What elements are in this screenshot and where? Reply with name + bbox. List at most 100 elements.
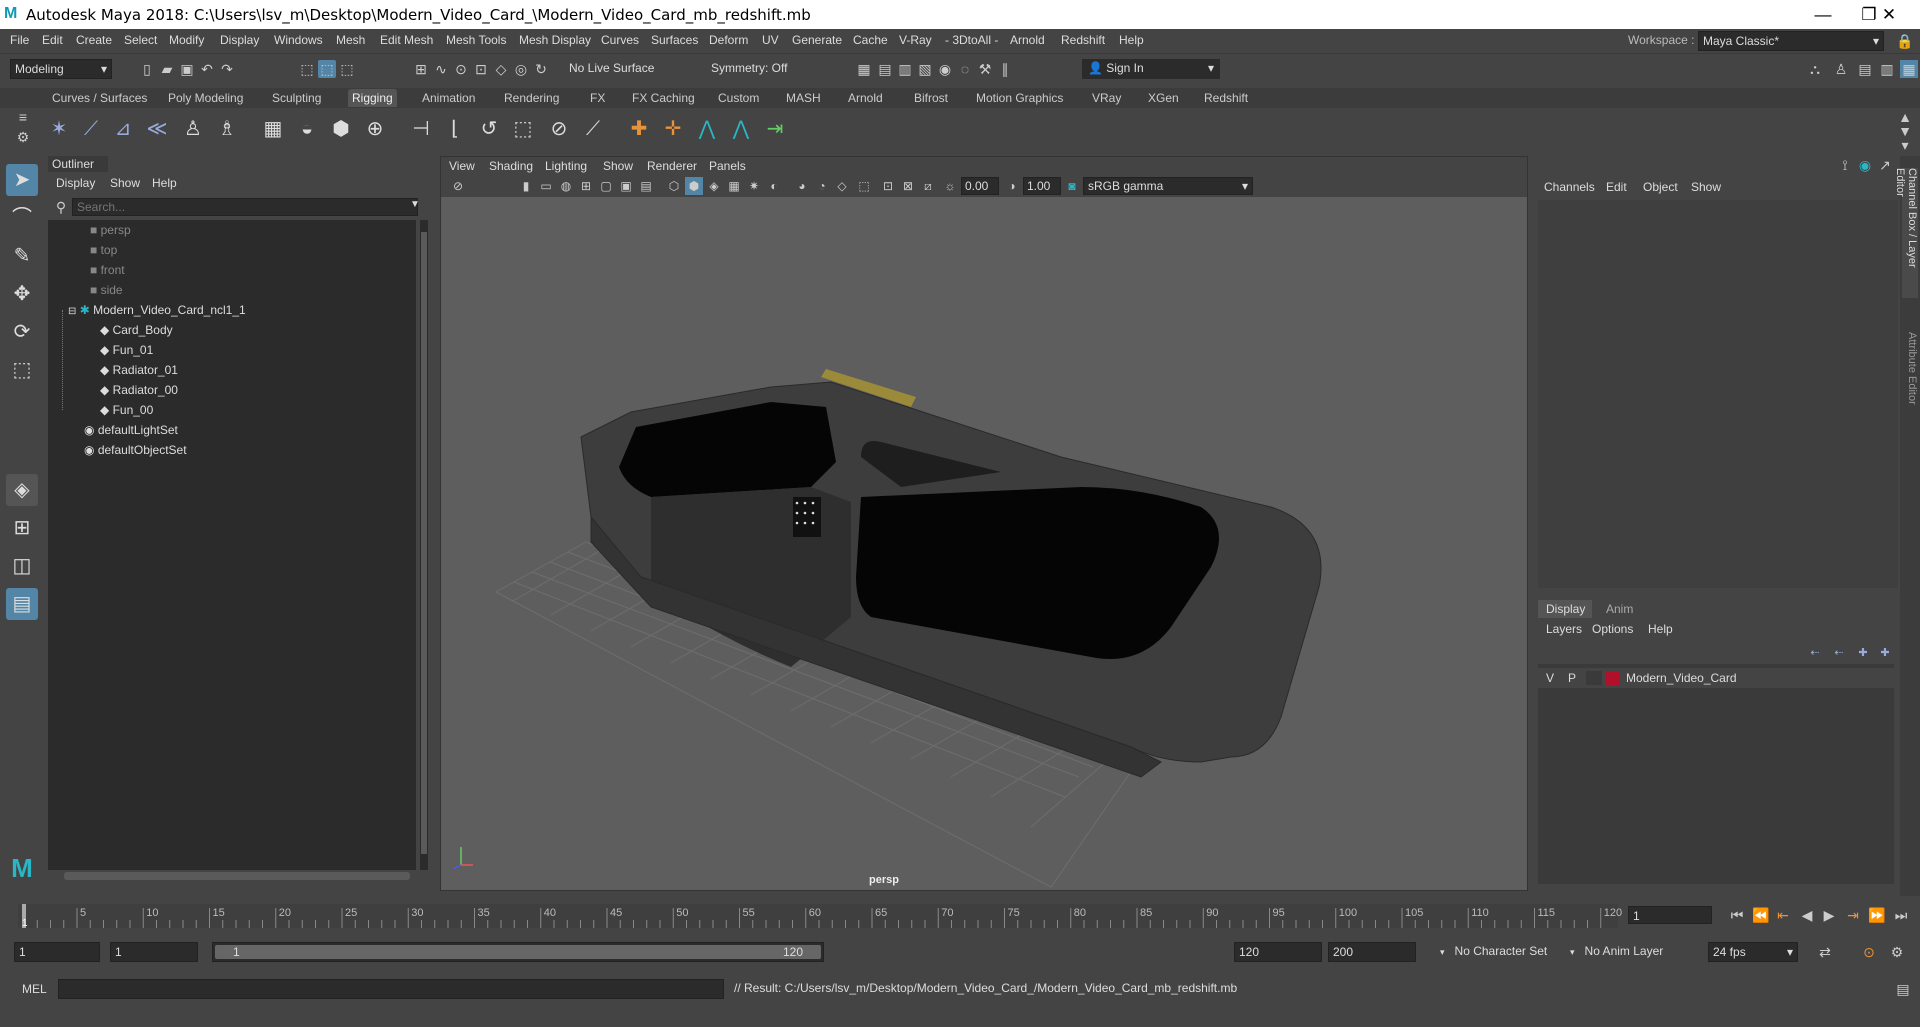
lights-icon[interactable]: ✷ bbox=[745, 177, 763, 195]
camera-attributes-icon[interactable]: ⊘ bbox=[449, 177, 467, 195]
tree-item-radiator-00[interactable]: ◆ Radiator_00 bbox=[48, 380, 428, 400]
tree-item-top[interactable]: ■ top bbox=[48, 240, 428, 260]
channel-box-sync-icon[interactable]: ◉ bbox=[1856, 156, 1874, 174]
render-frame-icon[interactable]: ▤ bbox=[876, 60, 894, 78]
attribute-editor-icon[interactable]: ▤ bbox=[1856, 60, 1874, 78]
shelf-tab-vray[interactable]: VRay bbox=[1092, 91, 1121, 105]
step-back-key-icon[interactable]: ⇤ bbox=[1774, 906, 1792, 924]
xray-joints-icon[interactable]: ⊠ bbox=[899, 177, 917, 195]
lattice-icon[interactable]: ⬢ bbox=[328, 116, 354, 142]
snap-vertex-icon[interactable]: ◎ bbox=[512, 60, 530, 78]
layers-menu-help[interactable]: Help bbox=[1648, 622, 1673, 636]
channel-box-icon[interactable]: ▦ bbox=[1900, 60, 1918, 78]
tree-item-group[interactable]: ⊟ ✱ Modern_Video_Card_ncl1_1 bbox=[48, 300, 428, 320]
point-constraint-icon[interactable]: ⌊ bbox=[442, 116, 468, 142]
film-gate-icon[interactable]: ▢ bbox=[597, 177, 615, 195]
scale-constraint-icon[interactable]: ⬚ bbox=[510, 116, 536, 142]
parent-constraint-icon[interactable]: ⊣ bbox=[408, 116, 434, 142]
ambient-occlusion-icon[interactable]: ◕ bbox=[793, 177, 811, 195]
select-object-icon[interactable]: ⬚ bbox=[318, 60, 336, 78]
bookmark-icon[interactable]: ▮ bbox=[517, 177, 535, 195]
resolution-gate-icon[interactable]: ▣ bbox=[617, 177, 635, 195]
move-layer-up-icon[interactable]: ⇠ bbox=[1806, 644, 1824, 662]
step-forward-key-icon[interactable]: ⇥ bbox=[1844, 906, 1862, 924]
channels-menu-show[interactable]: Show bbox=[1691, 180, 1721, 194]
symmetry-field[interactable]: Symmetry: Off bbox=[705, 59, 805, 79]
tree-item-radiator-01[interactable]: ◆ Radiator_01 bbox=[48, 360, 428, 380]
shelf-tab-rendering[interactable]: Rendering bbox=[504, 91, 559, 105]
menu-redshift[interactable]: Redshift bbox=[1061, 33, 1105, 47]
minimize-button[interactable]: — bbox=[1800, 2, 1846, 28]
menu-mesh[interactable]: Mesh bbox=[336, 33, 365, 47]
animation-start-field[interactable]: 1 bbox=[14, 942, 100, 962]
open-scene-icon[interactable]: ▰ bbox=[158, 60, 176, 78]
outliner-horizontal-scrollbar[interactable] bbox=[64, 872, 410, 880]
tree-item-persp[interactable]: ■ persp bbox=[48, 220, 428, 240]
scroll-more-icon[interactable]: ▾ bbox=[1896, 136, 1914, 154]
loop-icon[interactable]: ⇄ bbox=[1816, 943, 1834, 961]
isolate-select-icon[interactable]: ⬚ bbox=[855, 177, 873, 195]
character-controls-icon[interactable]: ♙ bbox=[1832, 60, 1850, 78]
xray-icon[interactable]: ⊡ bbox=[879, 177, 897, 195]
time-slider[interactable]: 5 10 15 20 25 30 35 40 45 50 55 60 65 70 75 80 85 90 95 100… bbox=[0, 900, 1920, 930]
step-forward-icon[interactable]: ⏩ bbox=[1868, 906, 1886, 924]
anim-layer-dropdown[interactable]: ▾ No Anim Layer bbox=[1566, 942, 1696, 962]
shelf-tab-animation[interactable]: Animation bbox=[422, 91, 475, 105]
outliner-menu-display[interactable]: Display bbox=[56, 176, 95, 190]
snap-grid-icon[interactable]: ⊞ bbox=[412, 60, 430, 78]
snap-surface-icon[interactable]: ◇ bbox=[492, 60, 510, 78]
snap-point-icon[interactable]: ⊙ bbox=[452, 60, 470, 78]
redshift-render-icon[interactable]: ⚒ bbox=[976, 60, 994, 78]
channels-menu-object[interactable]: Object bbox=[1643, 180, 1678, 194]
move-tool-icon[interactable]: ✥ bbox=[6, 278, 38, 310]
cluster-icon[interactable]: ⊕ bbox=[362, 116, 388, 142]
motion-blur-icon[interactable]: ◔ bbox=[813, 177, 831, 195]
layer-color-swatch[interactable] bbox=[1606, 671, 1620, 685]
workspace-dropdown[interactable]: Maya Classic* ▾ bbox=[1698, 31, 1884, 51]
play-backward-icon[interactable]: ◀ bbox=[1798, 906, 1816, 924]
outliner-search-input[interactable] bbox=[72, 198, 418, 216]
joint-orient-icon[interactable]: ✛ bbox=[660, 116, 686, 142]
move-layer-down-icon[interactable]: ⇠ bbox=[1830, 644, 1848, 662]
menu-display[interactable]: Display bbox=[220, 33, 259, 47]
shelf-tab-motion-graphics[interactable]: Motion Graphics bbox=[976, 91, 1063, 105]
gamma-field[interactable]: 1.00 bbox=[1023, 177, 1061, 195]
shelf-tab-fx[interactable]: FX bbox=[590, 91, 605, 105]
menu-create[interactable]: Create bbox=[76, 33, 112, 47]
search-dropdown-icon[interactable]: ▼ bbox=[410, 199, 420, 210]
shelf-tab-fx-caching[interactable]: FX Caching bbox=[632, 91, 695, 105]
new-layer-selected-icon[interactable]: ✚ bbox=[1876, 644, 1894, 662]
viewport-menu-view[interactable]: View bbox=[449, 159, 475, 173]
playback-end-field[interactable]: 120 bbox=[1234, 942, 1322, 962]
outliner-menu-help[interactable]: Help bbox=[152, 176, 177, 190]
viewport-menu-shading[interactable]: Shading bbox=[489, 159, 533, 173]
ik-handle-icon[interactable]: ⊿ bbox=[110, 116, 136, 142]
viewport-menu-lighting[interactable]: Lighting bbox=[545, 159, 587, 173]
snap-view-icon[interactable]: ⊡ bbox=[472, 60, 490, 78]
arnold-render-icon[interactable]: ◌ bbox=[956, 60, 974, 78]
shelf-menu-icon[interactable]: ≡ bbox=[14, 108, 32, 126]
grid-toggle-icon[interactable]: ⊞ bbox=[577, 177, 595, 195]
modeling-toolkit-icon[interactable]: ⛬ bbox=[1806, 60, 1824, 78]
wireframe-icon[interactable]: ⬡ bbox=[665, 177, 683, 195]
smooth-bind-icon[interactable]: ◒ bbox=[294, 116, 320, 142]
snap-curve-icon[interactable]: ∿ bbox=[432, 60, 450, 78]
playback-start-field[interactable]: 1 bbox=[110, 942, 198, 962]
layers-menu-options[interactable]: Options bbox=[1592, 622, 1633, 636]
paint-select-tool-icon[interactable]: ✎ bbox=[6, 240, 38, 272]
xray-components-icon[interactable]: ⧄ bbox=[919, 177, 937, 195]
connect-icon[interactable]: ⇥ bbox=[762, 116, 788, 142]
side-tab-attribute-editor[interactable]: Attribute Editor bbox=[1902, 332, 1918, 422]
auto-key-icon[interactable]: ⊙ bbox=[1860, 943, 1878, 961]
render-settings-icon[interactable]: ▧ bbox=[916, 60, 934, 78]
exposure-field[interactable]: 0.00 bbox=[961, 177, 999, 195]
channel-box-axis-icon[interactable]: ⟟ bbox=[1836, 156, 1854, 174]
time-ruler[interactable]: 5 10 15 20 25 30 35 40 45 50 55 60 65 70 75 80 85 90 95 100… bbox=[18, 900, 1623, 930]
menu-mesh-tools[interactable]: Mesh Tools bbox=[446, 33, 506, 47]
humanik-character-icon[interactable]: ⋀ bbox=[728, 116, 754, 142]
range-slider[interactable]: 1 120 bbox=[212, 942, 824, 962]
create-joints-icon[interactable]: ✶ bbox=[46, 116, 72, 142]
color-management-icon[interactable]: ◙ bbox=[1063, 177, 1081, 195]
menu-select[interactable]: Select bbox=[124, 33, 157, 47]
outliner-menu-show[interactable]: Show bbox=[110, 176, 140, 190]
